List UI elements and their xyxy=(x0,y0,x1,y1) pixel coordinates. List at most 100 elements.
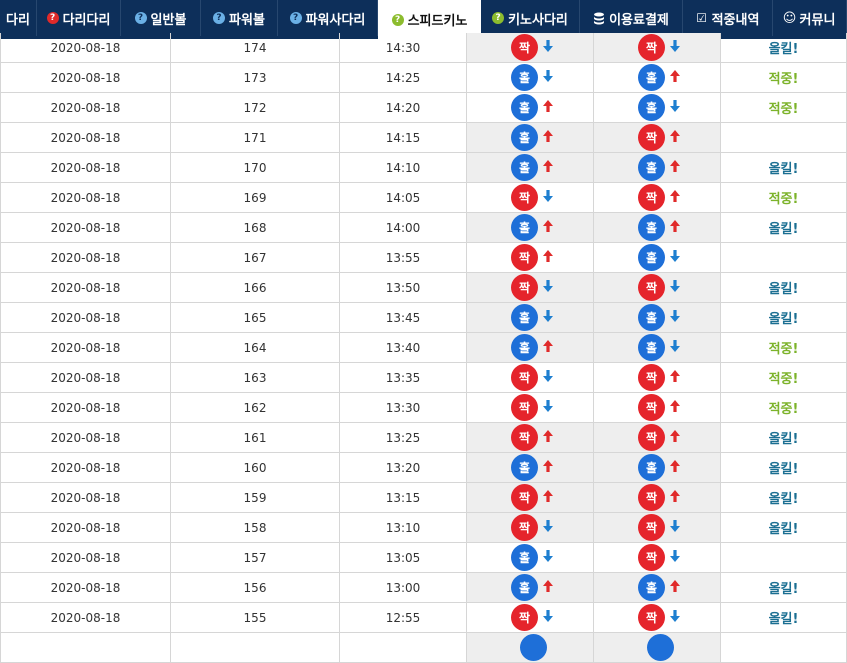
r1-cell: 짝 xyxy=(467,363,594,393)
round-cell: 157 xyxy=(171,543,340,573)
arrow-down-icon xyxy=(538,39,555,56)
tab-6[interactable]: ? 키노사다리 xyxy=(481,0,580,36)
even-ball: 짝 xyxy=(638,184,665,211)
time-cell: 14:05 xyxy=(340,183,467,213)
table-row: 2020-08-18 162 13:30 짝 짝 적중! xyxy=(0,393,847,423)
arrow-up-icon xyxy=(665,69,682,86)
r1-cell xyxy=(467,633,594,663)
date-cell: 2020-08-18 xyxy=(0,183,171,213)
arrow-down-icon xyxy=(665,249,682,266)
arrow-up-icon xyxy=(665,369,682,386)
time-cell xyxy=(340,633,467,663)
odd-ball: 홀 xyxy=(511,64,538,91)
r2-cell: 홀 xyxy=(594,573,721,603)
even-ball: 짝 xyxy=(638,394,665,421)
odd-ball xyxy=(519,634,547,661)
time-cell: 13:55 xyxy=(340,243,467,273)
table-row: 2020-08-18 164 13:40 홀 홀 적중! xyxy=(0,333,847,363)
r2-cell: 홀 xyxy=(594,453,721,483)
date-cell: 2020-08-18 xyxy=(0,513,171,543)
time-cell: 13:35 xyxy=(340,363,467,393)
time-cell: 14:25 xyxy=(340,63,467,93)
odd-ball xyxy=(646,634,674,661)
result-cell: 적중! xyxy=(721,333,847,363)
table-row: 2020-08-18 172 14:20 홀 홀 적중! xyxy=(0,93,847,123)
odd-ball: 홀 xyxy=(511,94,538,121)
arrow-down-icon xyxy=(538,309,555,326)
arrow-down-icon xyxy=(538,609,555,626)
arrow-up-icon xyxy=(538,339,555,356)
odd-ball: 홀 xyxy=(511,574,538,601)
tab-2[interactable]: ? 일반볼 xyxy=(121,0,201,36)
tab-label: 이용료결제 xyxy=(609,12,669,28)
even-ball: 짝 xyxy=(511,604,538,631)
date-cell: 2020-08-18 xyxy=(0,63,171,93)
question-blue-icon: ? xyxy=(134,12,147,24)
r1-cell: 짝 xyxy=(467,603,594,633)
r1-cell: 홀 xyxy=(467,213,594,243)
tab-1[interactable]: ? 다리다리 xyxy=(37,0,121,36)
arrow-up-icon xyxy=(538,459,555,476)
even-ball: 짝 xyxy=(638,424,665,451)
r1-cell: 짝 xyxy=(467,483,594,513)
odd-ball: 홀 xyxy=(638,154,665,181)
result-cell: 올킬! xyxy=(721,453,847,483)
table-row: 2020-08-18 161 13:25 짝 짝 올킬! xyxy=(0,423,847,453)
r1-cell: 홀 xyxy=(467,333,594,363)
r1-cell: 짝 xyxy=(467,273,594,303)
tab-4[interactable]: ? 파워사다리 xyxy=(278,0,378,36)
tab-0[interactable]: 다리 xyxy=(0,0,37,36)
r1-cell: 짝 xyxy=(467,393,594,423)
r2-cell: 짝 xyxy=(594,363,721,393)
r1-cell: 홀 xyxy=(467,543,594,573)
time-cell: 13:15 xyxy=(340,483,467,513)
date-cell: 2020-08-18 xyxy=(0,93,171,123)
r2-cell: 짝 xyxy=(594,123,721,153)
r2-cell: 홀 xyxy=(594,243,721,273)
result-cell: 올킬! xyxy=(721,483,847,513)
arrow-up-icon xyxy=(665,159,682,176)
r2-cell: 짝 xyxy=(594,393,721,423)
tab-label: 파워사다리 xyxy=(305,12,366,28)
table-row: 2020-08-18 159 13:15 짝 짝 올킬! xyxy=(0,483,847,513)
time-cell: 13:30 xyxy=(340,393,467,423)
date-cell: 2020-08-18 xyxy=(0,243,171,273)
time-cell: 13:50 xyxy=(340,273,467,303)
time-cell: 13:10 xyxy=(340,513,467,543)
time-cell: 13:45 xyxy=(340,303,467,333)
tab-8[interactable]: ☑ 적중내역 xyxy=(683,0,773,36)
time-cell: 14:30 xyxy=(340,33,467,63)
r1-cell: 홀 xyxy=(467,303,594,333)
tab-label: 일반볼 xyxy=(150,12,187,28)
result-cell: 올킬! xyxy=(721,603,847,633)
round-cell: 164 xyxy=(171,333,340,363)
odd-ball: 홀 xyxy=(511,334,538,361)
arrow-down-icon xyxy=(538,189,555,206)
tab-9[interactable]: ☺ 커뮤니 xyxy=(773,0,847,36)
even-ball: 짝 xyxy=(638,34,665,61)
odd-ball: 홀 xyxy=(638,454,665,481)
odd-ball: 홀 xyxy=(511,304,538,331)
result-cell xyxy=(721,243,847,273)
even-ball: 짝 xyxy=(638,544,665,571)
result-cell: 올킬! xyxy=(721,303,847,333)
even-ball: 짝 xyxy=(511,364,538,391)
tab-3[interactable]: ? 파워볼 xyxy=(201,0,278,36)
arrow-down-icon xyxy=(665,609,682,626)
tab-label: 파워볼 xyxy=(229,12,265,28)
even-ball: 짝 xyxy=(638,274,665,301)
date-cell: 2020-08-18 xyxy=(0,333,171,363)
date-cell: 2020-08-18 xyxy=(0,393,171,423)
result-cell xyxy=(721,543,847,573)
result-cell: 적중! xyxy=(721,93,847,123)
table-row: 2020-08-18 167 13:55 짝 홀 xyxy=(0,243,847,273)
odd-ball: 홀 xyxy=(638,94,665,121)
r1-cell: 짝 xyxy=(467,423,594,453)
r1-cell: 짝 xyxy=(467,513,594,543)
even-ball: 짝 xyxy=(511,514,538,541)
r2-cell: 짝 xyxy=(594,543,721,573)
arrow-up-icon xyxy=(665,129,682,146)
r1-cell: 홀 xyxy=(467,93,594,123)
table-row-partial xyxy=(0,633,847,663)
tab-7[interactable]: 이용료결제 xyxy=(580,0,683,36)
